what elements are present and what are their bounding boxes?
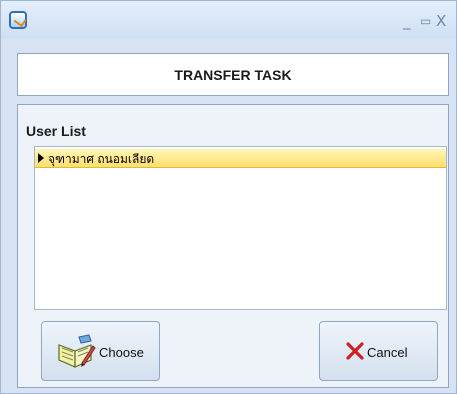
row-indicator-icon	[38, 153, 44, 163]
maximize-button[interactable]: ▭	[420, 14, 431, 29]
user-list-title: User List	[26, 123, 86, 139]
cancel-button-label: Cancel	[367, 345, 408, 360]
user-list[interactable]: จุฑามาศ ถนอมเลียด	[34, 146, 447, 310]
red-x-icon	[346, 342, 364, 360]
choose-button[interactable]: Choose	[41, 321, 160, 381]
cancel-button[interactable]: Cancel	[319, 321, 438, 381]
open-book-pen-icon	[58, 334, 96, 368]
title-bar[interactable]: _ ▭ X	[1, 1, 456, 39]
dialog-title: TRANSFER TASK	[174, 67, 292, 83]
minimize-button[interactable]: _	[403, 14, 411, 29]
list-item-label: จุฑามาศ ถนอมเลียด	[48, 152, 155, 166]
app-icon[interactable]	[9, 11, 27, 29]
choose-button-label: Choose	[99, 345, 144, 360]
header-panel: TRANSFER TASK	[17, 53, 449, 96]
close-button[interactable]: X	[436, 14, 446, 29]
transfer-task-window: _ ▭ X TRANSFER TASK User List จุฑามาศ ถน…	[0, 0, 457, 394]
list-item[interactable]: จุฑามาศ ถนอมเลียด	[35, 149, 446, 168]
